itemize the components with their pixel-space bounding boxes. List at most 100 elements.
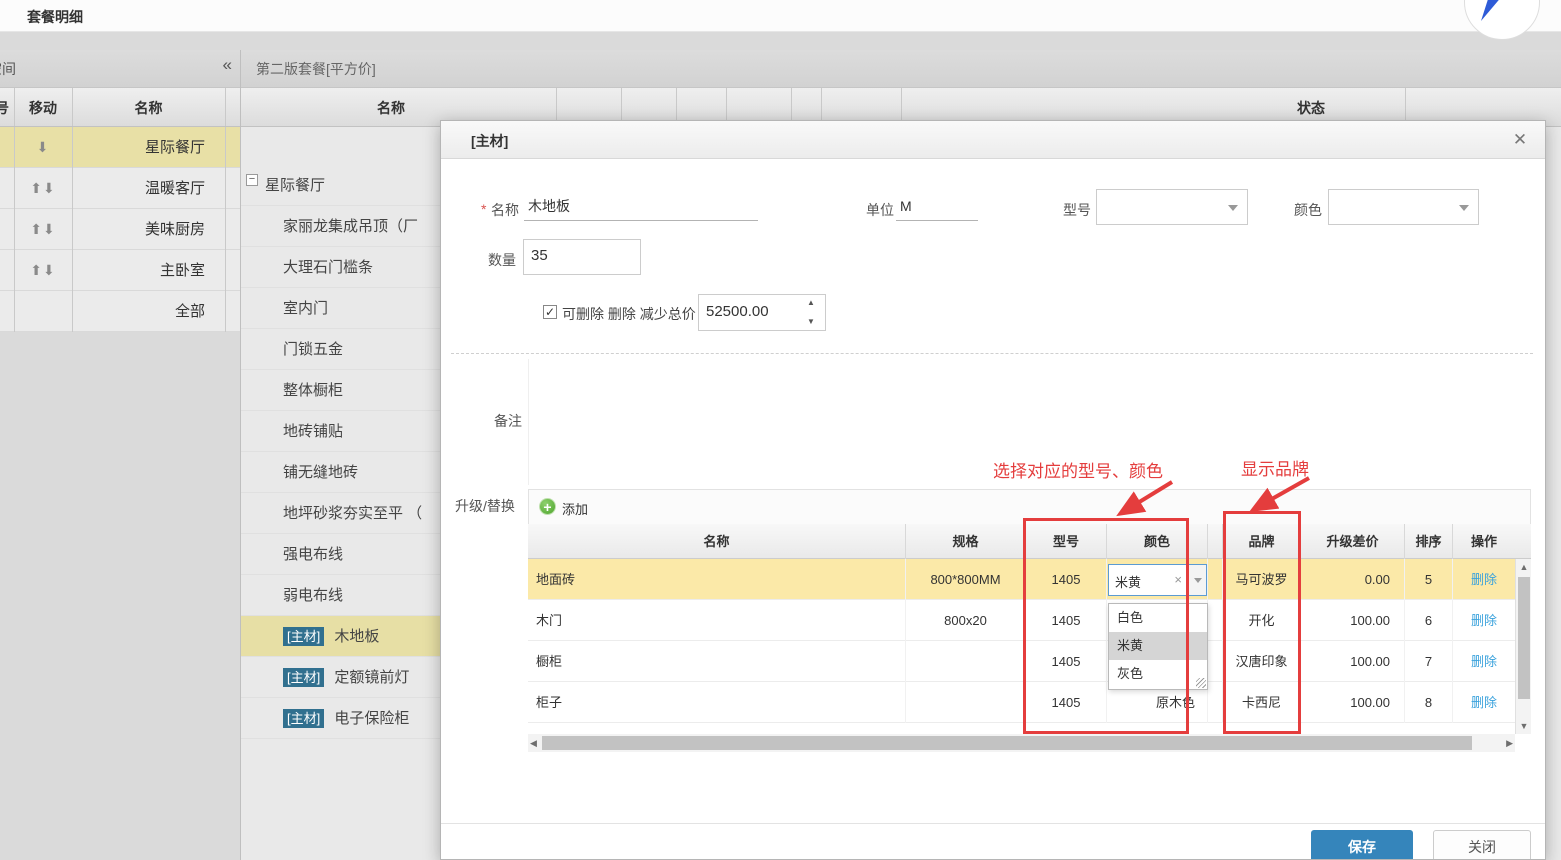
table-row-wood-door[interactable]: 木门 800x20 1405 开化 100.00 6 删除 [528,600,1515,641]
tree-item[interactable]: 门锁五金 [241,329,441,370]
upgrade-table-header: 名称 规格 型号 颜色 品牌 升级差价 排序 操作 [528,524,1531,559]
move-up-icon[interactable]: ⬆ [30,221,43,237]
tree-item-wood-floor[interactable]: [主材] 木地板 [241,616,441,657]
scroll-left-icon[interactable]: ◀ [530,738,537,749]
delete-link[interactable]: 删除 [1453,559,1515,600]
hscroll-thumb[interactable] [542,736,1472,750]
divider [72,88,73,127]
quantity-input[interactable]: 35 [523,239,641,275]
cell-spacer [1208,682,1223,723]
tree-item-label: 弱电布线 [283,587,343,604]
color-combo[interactable]: 米黄 × [1108,564,1207,596]
cell-spec: 800*800MM [906,559,1026,600]
cell-model: 1405 [1026,682,1107,723]
scroll-up-icon[interactable]: ▲ [1516,562,1532,572]
model-select[interactable] [1096,189,1248,225]
deletable-checkbox[interactable]: ✓ [543,305,557,319]
header-sort: 排序 [1405,524,1453,559]
space-row-warm-living[interactable]: ⬆⬇ 温暖客厅 [0,168,240,209]
divider [72,250,73,291]
model-label: 型号 [1063,200,1091,220]
cell-brand: 卡西尼 [1223,682,1301,723]
tree-item-label: 整体橱柜 [283,382,343,399]
tree-item[interactable]: [主材] 电子保险柜 [241,698,441,739]
dropdown-option-white[interactable]: 白色 [1109,604,1207,632]
tree-item-label: 强电布线 [283,546,343,563]
annotation-model-color: 选择对应的型号、颜色 [993,457,1163,482]
cell-name: 地面砖 [528,559,906,600]
tree-item[interactable]: 弱电布线 [241,575,441,616]
move-down-icon[interactable]: ⬇ [43,180,56,196]
cell-diff: 0.00 [1301,559,1405,600]
tree-item[interactable]: 室内门 [241,288,441,329]
spinner-up-icon[interactable]: ▲ [807,298,815,307]
table-hscrollbar[interactable]: ◀ ▶ [528,734,1515,752]
space-row-star-dining[interactable]: ⬇ 星际餐厅 [0,127,240,168]
space-row-master-bedroom[interactable]: ⬆⬇ 主卧室 [0,250,240,291]
dropdown-option-gray[interactable]: 灰色 [1109,660,1207,688]
cell-diff: 100.00 [1301,641,1405,682]
tab-package[interactable]: 第二版套餐[平方价] [256,59,376,79]
close-icon[interactable]: ✕ [1509,129,1531,151]
save-button[interactable]: 保存 [1311,830,1413,860]
move-up-icon[interactable]: ⬆ [30,262,43,278]
add-button-label: 添加 [562,499,588,518]
header-brand: 品牌 [1223,524,1301,559]
delete-link[interactable]: 删除 [1453,682,1515,723]
main-material-badge: [主材] [283,668,324,687]
tree-item[interactable]: 地坪砂浆夯实至平 （ [241,493,441,534]
divider [225,168,226,209]
move-down-icon[interactable]: ⬇ [43,221,56,237]
table-row-floor-tile[interactable]: 地面砖 800*800MM 1405 马可波罗 0.00 5 删除 [528,559,1515,600]
combo-arrow-button[interactable] [1188,565,1206,595]
close-button[interactable]: 关闭 [1433,830,1531,860]
clear-icon[interactable]: × [1174,572,1182,587]
tree-item[interactable]: 强电布线 [241,534,441,575]
name-label: 名称 [491,200,519,220]
tree-item-label: 家丽龙集成吊顶（厂 [283,218,418,235]
tree-root-star-dining[interactable]: − 星际餐厅 [241,165,441,206]
panel-divider [240,50,241,860]
resize-handle[interactable] [1196,678,1206,688]
collapse-panel-icon[interactable]: « [223,55,232,75]
table-row-cabinet[interactable]: 橱柜 1405 汉唐印象 100.00 7 删除 [528,641,1515,682]
tree-item[interactable]: 家丽龙集成吊顶（厂 [241,206,441,247]
header-spacer [1208,524,1223,559]
tree-item[interactable]: 整体橱柜 [241,370,441,411]
tree-item-label: 定额镜前灯 [334,669,409,686]
unit-input[interactable]: M [896,191,978,221]
space-row-kitchen[interactable]: ⬆⬇ 美味厨房 [0,209,240,250]
move-up-icon[interactable]: ⬆ [30,180,43,196]
space-row-all[interactable]: 全部 [0,291,240,332]
color-select[interactable] [1328,189,1479,225]
delete-link[interactable]: 删除 [1453,600,1515,641]
scroll-down-icon[interactable]: ▼ [1516,721,1532,731]
spinner-down-icon[interactable]: ▼ [807,317,815,326]
tree-item-label: 地坪砂浆夯实至平 （ [283,505,422,522]
dropdown-option-beige[interactable]: 米黄 [1109,632,1207,660]
delete-link[interactable]: 删除 [1453,641,1515,682]
collapse-node-icon[interactable]: − [246,174,258,186]
deletable-label: 可删除 删除 减少总价 [562,304,696,324]
scroll-right-icon[interactable]: ▶ [1506,738,1513,749]
name-input[interactable]: 木地板 [524,191,758,221]
move-down-icon[interactable]: ⬇ [14,127,72,168]
cell-model: 1405 [1026,559,1107,600]
tree-item[interactable]: 大理石门槛条 [241,247,441,288]
table-row-wardrobe[interactable]: 柜子 1405 原木色 卡西尼 100.00 8 删除 [528,682,1515,723]
vscroll-thumb[interactable] [1518,577,1530,699]
move-down-icon[interactable]: ⬇ [43,262,56,278]
tree-item[interactable]: 地砖铺贴 [241,411,441,452]
divider [14,168,15,209]
column-move: 移动 [14,98,72,118]
cell-name: 橱柜 [528,641,906,682]
divider [14,250,15,291]
header-color: 颜色 [1107,524,1208,559]
chevron-down-icon [1194,578,1202,583]
tree-item[interactable]: [主材] 定额镜前灯 [241,657,441,698]
remark-label: 备注 [494,411,522,431]
divider [225,127,226,168]
tree-item[interactable]: 铺无缝地砖 [241,452,441,493]
table-vscrollbar[interactable]: ▲ ▼ [1515,559,1531,734]
space-name: 全部 [72,291,205,332]
